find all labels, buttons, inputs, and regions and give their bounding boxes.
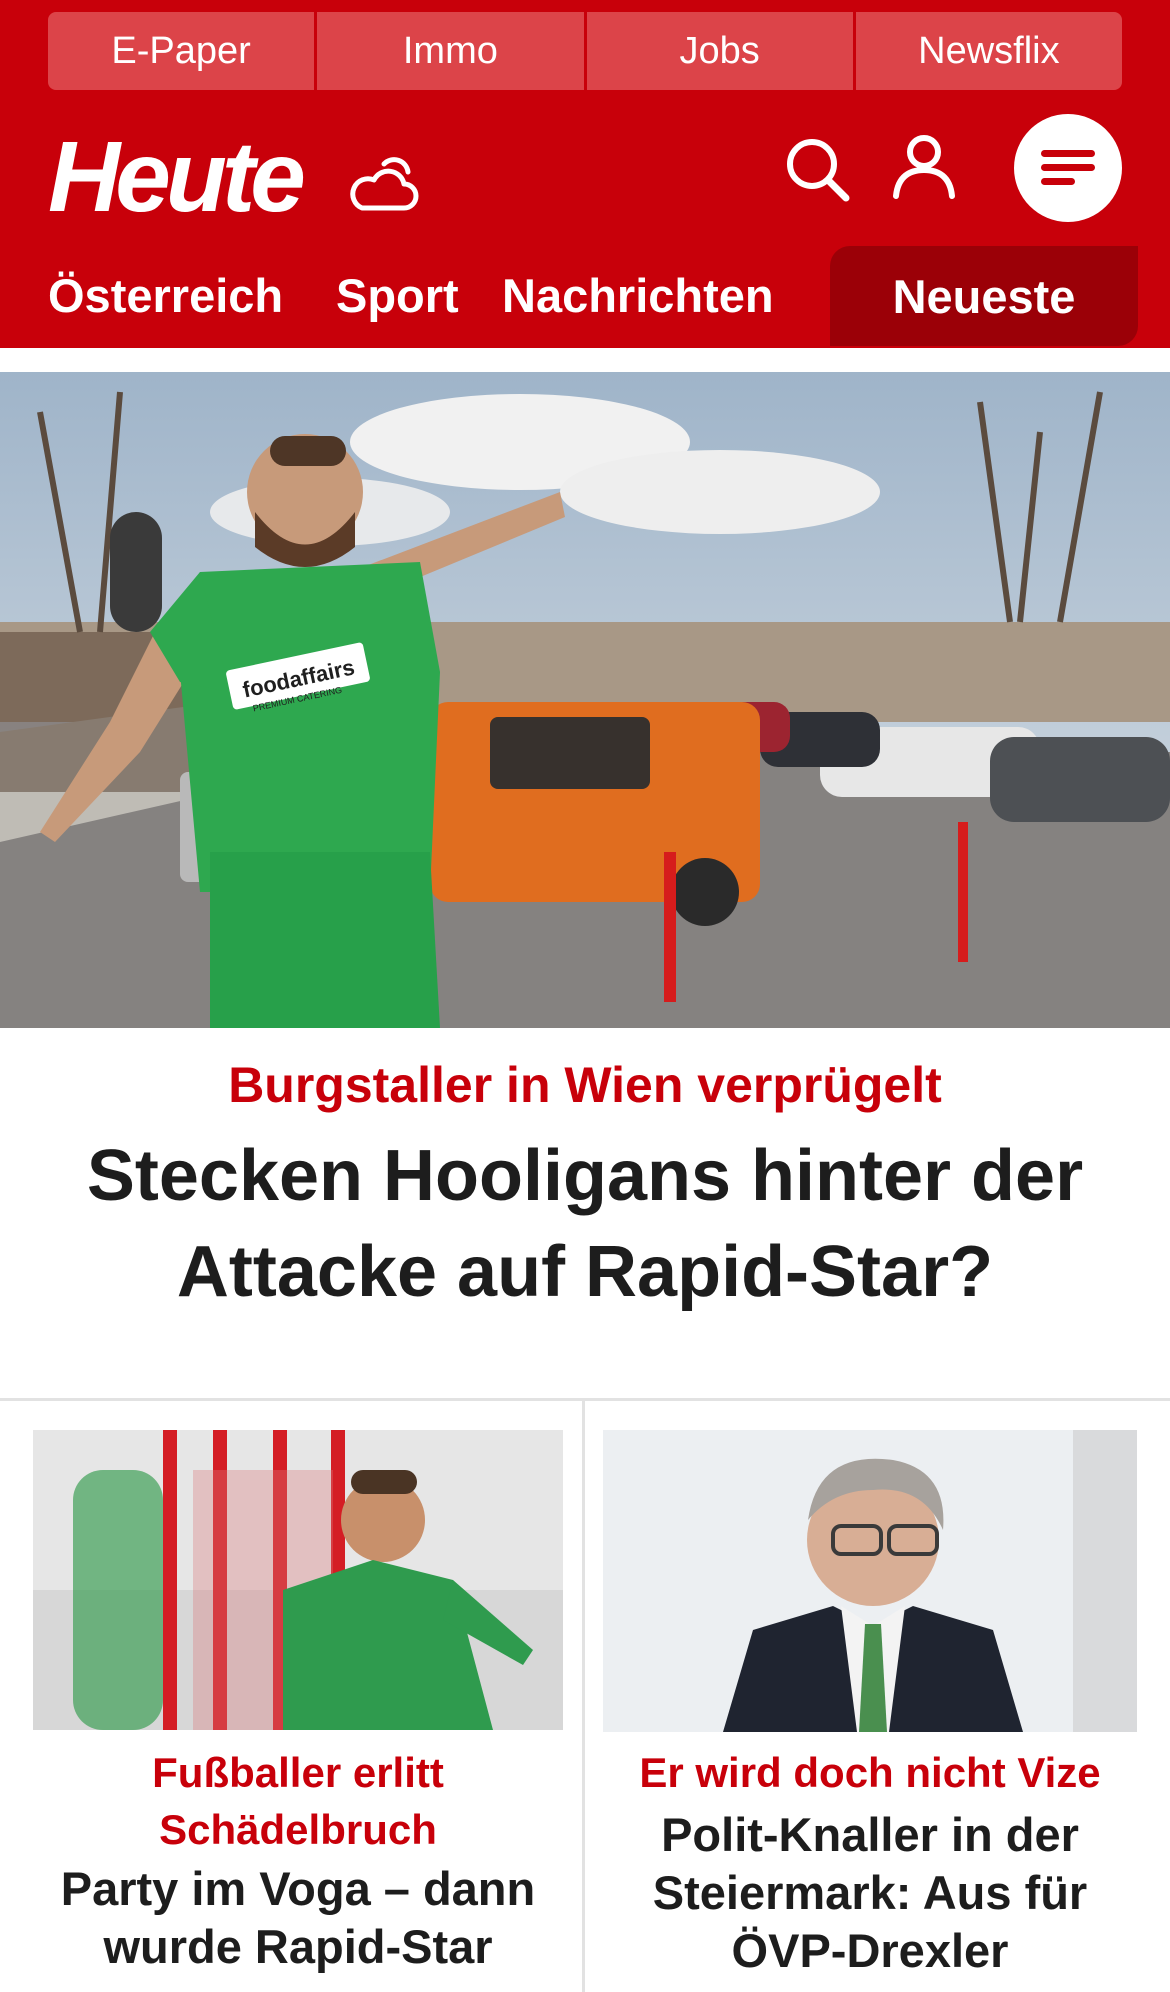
top-links-bar: E-Paper Immo Jobs Newsflix [48, 12, 1122, 90]
nav-item-nachrichten[interactable]: Nachrichten [502, 268, 774, 324]
menu-icon [1041, 150, 1095, 185]
user-icon[interactable] [888, 130, 960, 202]
section-divider [0, 1398, 1170, 1401]
top-link-immo[interactable]: Immo [317, 12, 584, 90]
site-header: E-Paper Immo Jobs Newsflix Heute Österre… [0, 0, 1170, 348]
hero-headline[interactable]: Stecken Hooligans hinter der Attacke auf… [60, 1128, 1110, 1320]
search-icon[interactable] [782, 134, 854, 206]
top-link-epaper[interactable]: E-Paper [48, 12, 315, 90]
teaser-photo-2 [603, 1430, 1137, 1732]
top-link-newsflix[interactable]: Newsflix [855, 12, 1122, 90]
column-divider [582, 1398, 585, 1992]
nav-item-neueste[interactable]: Neueste [830, 246, 1138, 346]
nav-item-oesterreich[interactable]: Österreich [48, 268, 283, 324]
menu-button[interactable] [1014, 114, 1122, 222]
teaser-title-2[interactable]: Polit-Knaller in der Steiermark: Aus für… [603, 1806, 1137, 1980]
teaser-kicker-1[interactable]: Fußballer erlitt Schädelbruch [33, 1744, 563, 1858]
teaser-title-1[interactable]: Party im Voga – dann wurde Rapid-Star [33, 1860, 563, 1976]
teaser-image-1[interactable] [33, 1430, 563, 1730]
hero-kicker[interactable]: Burgstaller in Wien verprügelt [0, 1050, 1170, 1120]
teaser-photo-1 [33, 1430, 563, 1730]
teaser-kicker-2[interactable]: Er wird doch nicht Vize [603, 1744, 1137, 1801]
cloud-sun-icon[interactable] [346, 150, 422, 216]
teaser-image-2[interactable] [603, 1430, 1137, 1732]
top-link-jobs[interactable]: Jobs [586, 12, 853, 90]
hero-image[interactable]: foodaffairs PREMIUM CATERING [0, 372, 1170, 1028]
nav-item-sport[interactable]: Sport [336, 268, 459, 324]
main-nav: Österreich Sport Nachrichten Neueste [0, 246, 1170, 348]
hero-photo: foodaffairs PREMIUM CATERING [0, 372, 1170, 1028]
site-logo[interactable]: Heute [48, 122, 306, 232]
